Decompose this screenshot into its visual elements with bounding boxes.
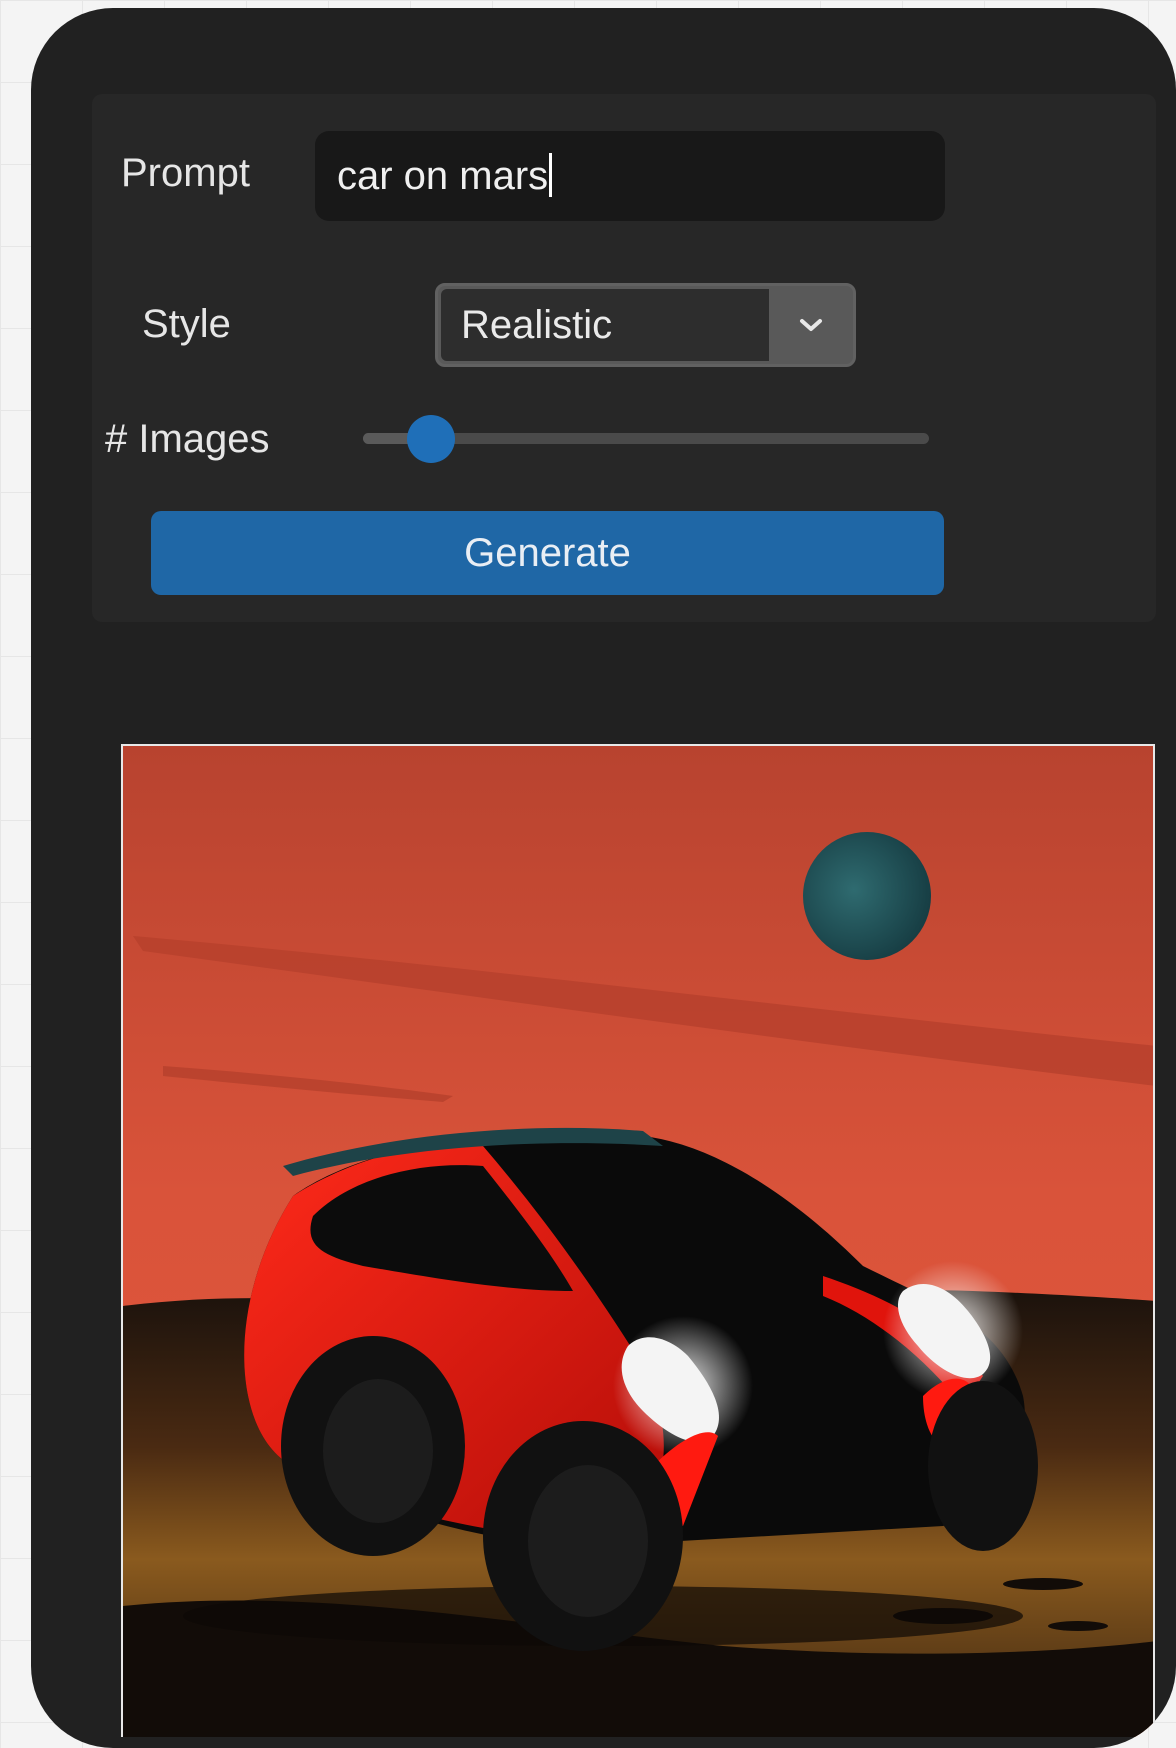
text-caret (549, 153, 553, 198)
style-select-value: Realistic (441, 289, 769, 361)
prompt-label: Prompt (121, 151, 250, 195)
prompt-input[interactable]: car on mars (315, 131, 945, 221)
slider-thumb[interactable] (407, 415, 455, 463)
app-panel: Prompt car on mars Style Realistic # Ima… (31, 8, 1176, 1748)
car-on-mars-illustration (123, 746, 1153, 1737)
generate-button[interactable]: Generate (151, 511, 944, 595)
generated-image (121, 744, 1155, 1737)
style-label: Style (142, 302, 231, 346)
chevron-down-icon[interactable] (769, 286, 853, 364)
prompt-input-value: car on mars (337, 154, 549, 198)
images-label: # Images (105, 417, 270, 461)
style-select[interactable]: Realistic (435, 283, 856, 367)
images-slider[interactable] (363, 415, 929, 463)
